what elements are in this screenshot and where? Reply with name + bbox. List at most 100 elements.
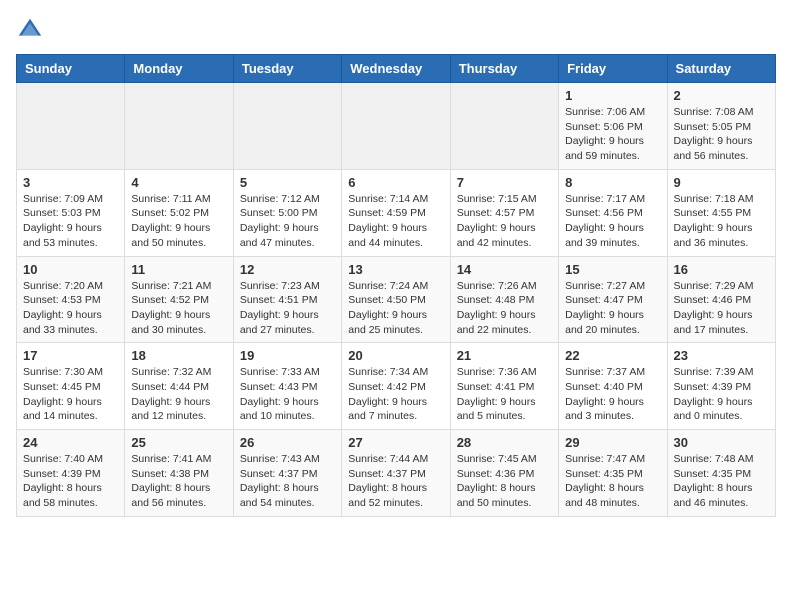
day-info: Sunrise: 7:14 AM Sunset: 4:59 PM Dayligh… <box>348 192 443 251</box>
weekday-header: Saturday <box>667 55 775 83</box>
day-number: 13 <box>348 262 443 277</box>
day-info: Sunrise: 7:21 AM Sunset: 4:52 PM Dayligh… <box>131 279 226 338</box>
day-number: 2 <box>674 88 769 103</box>
calendar-cell: 15 Sunrise: 7:27 AM Sunset: 4:47 PM Dayli… <box>559 256 667 343</box>
day-info: Sunrise: 7:36 AM Sunset: 4:41 PM Dayligh… <box>457 365 552 424</box>
weekday-header: Monday <box>125 55 233 83</box>
day-info: Sunrise: 7:39 AM Sunset: 4:39 PM Dayligh… <box>674 365 769 424</box>
weekday-header: Wednesday <box>342 55 450 83</box>
day-info: Sunrise: 7:47 AM Sunset: 4:35 PM Dayligh… <box>565 452 660 511</box>
calendar-week-row: 24 Sunrise: 7:40 AM Sunset: 4:39 PM Dayli… <box>17 430 776 517</box>
calendar-cell: 13 Sunrise: 7:24 AM Sunset: 4:50 PM Dayli… <box>342 256 450 343</box>
day-number: 25 <box>131 435 226 450</box>
day-number: 12 <box>240 262 335 277</box>
calendar-cell <box>233 83 341 170</box>
calendar-cell: 17 Sunrise: 7:30 AM Sunset: 4:45 PM Dayli… <box>17 343 125 430</box>
calendar-cell: 4 Sunrise: 7:11 AM Sunset: 5:02 PM Daylig… <box>125 169 233 256</box>
day-number: 10 <box>23 262 118 277</box>
calendar-week-row: 3 Sunrise: 7:09 AM Sunset: 5:03 PM Daylig… <box>17 169 776 256</box>
day-number: 30 <box>674 435 769 450</box>
calendar-cell: 20Sunrise: 7:34 AM Sunset: 4:42 PM Dayli… <box>342 343 450 430</box>
logo <box>16 16 48 44</box>
day-number: 11 <box>131 262 226 277</box>
day-info: Sunrise: 7:45 AM Sunset: 4:36 PM Dayligh… <box>457 452 552 511</box>
day-info: Sunrise: 7:37 AM Sunset: 4:40 PM Dayligh… <box>565 365 660 424</box>
day-number: 24 <box>23 435 118 450</box>
calendar-cell: 30 Sunrise: 7:48 AM Sunset: 4:35 PM Dayli… <box>667 430 775 517</box>
calendar-cell: 28 Sunrise: 7:45 AM Sunset: 4:36 PM Dayli… <box>450 430 558 517</box>
day-info: Sunrise: 7:27 AM Sunset: 4:47 PM Dayligh… <box>565 279 660 338</box>
day-info: Sunrise: 7:30 AM Sunset: 4:45 PM Dayligh… <box>23 365 118 424</box>
calendar-cell: 11 Sunrise: 7:21 AM Sunset: 4:52 PM Dayli… <box>125 256 233 343</box>
calendar-cell: 1Sunrise: 7:06 AM Sunset: 5:06 PM Daylig… <box>559 83 667 170</box>
calendar-cell: 16 Sunrise: 7:29 AM Sunset: 4:46 PM Dayli… <box>667 256 775 343</box>
day-info: Sunrise: 7:15 AM Sunset: 4:57 PM Dayligh… <box>457 192 552 251</box>
day-number: 8 <box>565 175 660 190</box>
calendar-cell: 24 Sunrise: 7:40 AM Sunset: 4:39 PM Dayli… <box>17 430 125 517</box>
weekday-header: Friday <box>559 55 667 83</box>
day-number: 23 <box>674 348 769 363</box>
calendar-cell <box>342 83 450 170</box>
calendar-cell: 23 Sunrise: 7:39 AM Sunset: 4:39 PM Dayli… <box>667 343 775 430</box>
calendar-header-row: SundayMondayTuesdayWednesdayThursdayFrid… <box>17 55 776 83</box>
calendar-cell: 10 Sunrise: 7:20 AM Sunset: 4:53 PM Dayli… <box>17 256 125 343</box>
calendar-table: SundayMondayTuesdayWednesdayThursdayFrid… <box>16 54 776 517</box>
day-info: Sunrise: 7:11 AM Sunset: 5:02 PM Dayligh… <box>131 192 226 251</box>
day-info: Sunrise: 7:40 AM Sunset: 4:39 PM Dayligh… <box>23 452 118 511</box>
day-number: 15 <box>565 262 660 277</box>
calendar-cell: 12Sunrise: 7:23 AM Sunset: 4:51 PM Dayli… <box>233 256 341 343</box>
day-number: 18 <box>131 348 226 363</box>
logo-icon <box>16 16 44 44</box>
day-info: Sunrise: 7:34 AM Sunset: 4:42 PM Dayligh… <box>348 365 443 424</box>
day-number: 5 <box>240 175 335 190</box>
day-number: 22 <box>565 348 660 363</box>
calendar-cell <box>450 83 558 170</box>
calendar-week-row: 10 Sunrise: 7:20 AM Sunset: 4:53 PM Dayli… <box>17 256 776 343</box>
day-info: Sunrise: 7:26 AM Sunset: 4:48 PM Dayligh… <box>457 279 552 338</box>
calendar-cell: 21 Sunrise: 7:36 AM Sunset: 4:41 PM Dayli… <box>450 343 558 430</box>
day-number: 7 <box>457 175 552 190</box>
calendar-week-row: 1Sunrise: 7:06 AM Sunset: 5:06 PM Daylig… <box>17 83 776 170</box>
day-info: Sunrise: 7:20 AM Sunset: 4:53 PM Dayligh… <box>23 279 118 338</box>
day-number: 3 <box>23 175 118 190</box>
calendar-cell: 25 Sunrise: 7:41 AM Sunset: 4:38 PM Dayli… <box>125 430 233 517</box>
day-number: 4 <box>131 175 226 190</box>
calendar-cell: 3 Sunrise: 7:09 AM Sunset: 5:03 PM Daylig… <box>17 169 125 256</box>
calendar-cell: 18 Sunrise: 7:32 AM Sunset: 4:44 PM Dayli… <box>125 343 233 430</box>
weekday-header: Sunday <box>17 55 125 83</box>
weekday-header: Tuesday <box>233 55 341 83</box>
day-number: 6 <box>348 175 443 190</box>
day-number: 14 <box>457 262 552 277</box>
day-info: Sunrise: 7:44 AM Sunset: 4:37 PM Dayligh… <box>348 452 443 511</box>
calendar-cell <box>17 83 125 170</box>
day-number: 9 <box>674 175 769 190</box>
day-number: 27 <box>348 435 443 450</box>
day-info: Sunrise: 7:17 AM Sunset: 4:56 PM Dayligh… <box>565 192 660 251</box>
day-number: 28 <box>457 435 552 450</box>
day-info: Sunrise: 7:18 AM Sunset: 4:55 PM Dayligh… <box>674 192 769 251</box>
calendar-week-row: 17 Sunrise: 7:30 AM Sunset: 4:45 PM Dayli… <box>17 343 776 430</box>
day-number: 21 <box>457 348 552 363</box>
calendar-cell: 9 Sunrise: 7:18 AM Sunset: 4:55 PM Daylig… <box>667 169 775 256</box>
calendar-cell <box>125 83 233 170</box>
day-info: Sunrise: 7:29 AM Sunset: 4:46 PM Dayligh… <box>674 279 769 338</box>
calendar-cell: 26Sunrise: 7:43 AM Sunset: 4:37 PM Dayli… <box>233 430 341 517</box>
day-number: 16 <box>674 262 769 277</box>
calendar-cell: 7 Sunrise: 7:15 AM Sunset: 4:57 PM Daylig… <box>450 169 558 256</box>
day-info: Sunrise: 7:12 AM Sunset: 5:00 PM Dayligh… <box>240 192 335 251</box>
calendar-cell: 8 Sunrise: 7:17 AM Sunset: 4:56 PM Daylig… <box>559 169 667 256</box>
calendar-cell: 27 Sunrise: 7:44 AM Sunset: 4:37 PM Dayli… <box>342 430 450 517</box>
day-info: Sunrise: 7:32 AM Sunset: 4:44 PM Dayligh… <box>131 365 226 424</box>
calendar-cell: 6 Sunrise: 7:14 AM Sunset: 4:59 PM Daylig… <box>342 169 450 256</box>
day-number: 19 <box>240 348 335 363</box>
calendar-cell: 5 Sunrise: 7:12 AM Sunset: 5:00 PM Daylig… <box>233 169 341 256</box>
day-info: Sunrise: 7:48 AM Sunset: 4:35 PM Dayligh… <box>674 452 769 511</box>
day-number: 1 <box>565 88 660 103</box>
day-number: 17 <box>23 348 118 363</box>
page-header <box>16 16 776 44</box>
calendar-cell: 19Sunrise: 7:33 AM Sunset: 4:43 PM Dayli… <box>233 343 341 430</box>
day-info: Sunrise: 7:24 AM Sunset: 4:50 PM Dayligh… <box>348 279 443 338</box>
day-info: Sunrise: 7:09 AM Sunset: 5:03 PM Dayligh… <box>23 192 118 251</box>
day-info: Sunrise: 7:41 AM Sunset: 4:38 PM Dayligh… <box>131 452 226 511</box>
calendar-cell: 2Sunrise: 7:08 AM Sunset: 5:05 PM Daylig… <box>667 83 775 170</box>
